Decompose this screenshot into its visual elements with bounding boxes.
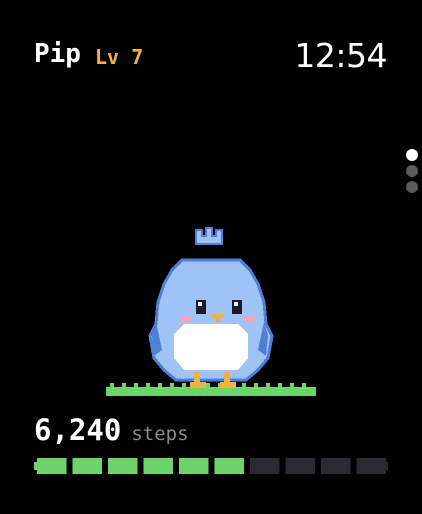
pet-level: Lv 7 [95,45,144,69]
grass-strip [106,387,316,396]
pet-eye-shine [198,302,202,306]
progress-segment-empty [285,458,315,474]
steps-progress-bar [34,458,388,474]
progress-segment-filled [179,458,209,474]
grass-tuft [254,383,258,387]
progress-segment-empty [356,458,386,474]
progress-end-cap [385,462,388,470]
pet-belly [174,324,248,370]
page-dot[interactable] [406,181,418,193]
grass-tuft [302,383,306,387]
pet-cheek-left [180,316,192,322]
progress-end-cap [34,462,37,470]
grass-tuft [206,383,210,387]
grass-tuft [122,383,126,387]
grass-tuft [110,383,114,387]
grass-tuft [146,383,150,387]
progress-segment-empty [250,458,280,474]
grass-tuft [242,383,246,387]
page-indicator[interactable] [406,149,418,193]
pet-crest [195,227,223,245]
steps-count: 6,240 [34,413,122,447]
pet-cheek-right [244,316,256,322]
grass-tuft [170,383,174,387]
grass-tuft [290,383,294,387]
steps-row: 6,240 steps [34,410,189,450]
progress-segment-filled [72,458,102,474]
progress-segment-empty [321,458,351,474]
page-dot[interactable] [406,149,418,161]
grass-tuft [158,383,162,387]
grass-tuft [134,383,138,387]
grass-tuft [182,383,186,387]
clock-time: 12:54 [294,36,387,75]
pixel-bird-pet-icon[interactable] [100,222,322,402]
pet-eye-shine [234,302,238,306]
progress-segment-filled [143,458,173,474]
pet-name: Pip [34,39,81,69]
watch-screen: Pip Lv 7 12:54 6,240 steps [0,0,422,514]
progress-segment-filled [37,458,67,474]
progress-segment-filled [214,458,244,474]
progress-segment-filled [108,458,138,474]
page-dot[interactable] [406,165,418,177]
steps-label: steps [131,423,189,445]
grass-tuft [278,383,282,387]
grass-tuft [266,383,270,387]
